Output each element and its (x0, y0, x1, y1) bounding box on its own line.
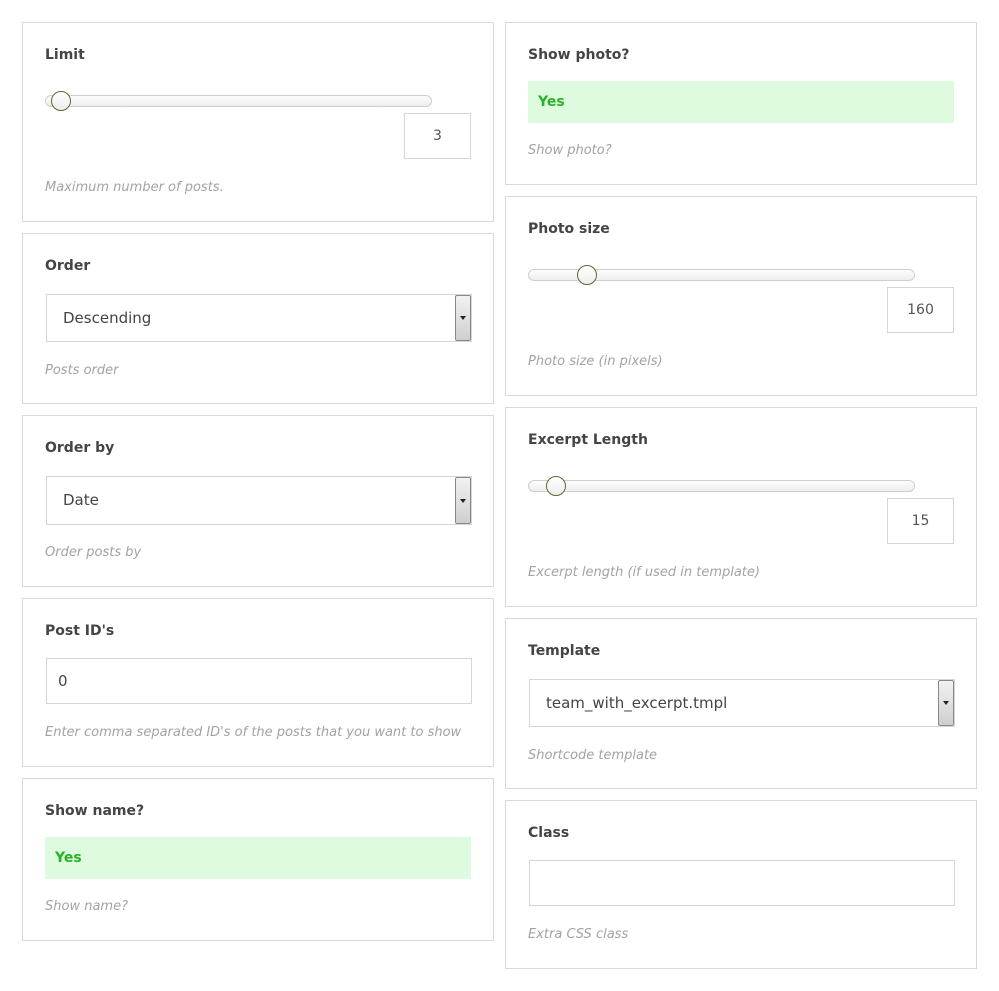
template-panel: Template team_with_excerpt.tmpl Shortcod… (505, 618, 977, 789)
photo-size-slider-track[interactable] (528, 265, 915, 285)
order-label: Order (45, 258, 91, 274)
photo-size-value-input[interactable]: 160 (887, 287, 954, 333)
post-ids-input[interactable]: 0 (46, 658, 472, 704)
photo-size-slider-handle[interactable] (576, 265, 597, 285)
limit-panel: Limit 3 Maximum number of posts. (22, 22, 494, 222)
template-selected-value: team_with_excerpt.tmpl (546, 694, 728, 712)
chevron-down-icon[interactable] (455, 477, 471, 524)
post-ids-label: Post ID's (45, 623, 115, 639)
limit-label: Limit (45, 47, 85, 63)
order-description: Posts order (45, 363, 119, 378)
template-description: Shortcode template (528, 748, 658, 763)
order-by-selected-value: Date (63, 491, 99, 509)
post-ids-panel: Post ID's 0 Enter comma separated ID's o… (22, 598, 494, 767)
limit-slider-track[interactable] (45, 91, 432, 111)
photo-size-label: Photo size (528, 221, 610, 237)
show-photo-description: Show photo? (528, 143, 612, 158)
photo-size-panel: Photo size 160 Photo size (in pixels) (505, 196, 977, 396)
limit-description: Maximum number of posts. (45, 180, 224, 195)
order-by-description: Order posts by (45, 545, 142, 560)
order-selected-value: Descending (63, 309, 152, 327)
photo-size-description: Photo size (in pixels) (528, 354, 663, 369)
order-panel: Order Descending Posts order (22, 233, 494, 404)
template-select[interactable]: team_with_excerpt.tmpl (529, 679, 955, 727)
excerpt-length-description: Excerpt length (if used in template) (528, 565, 760, 580)
excerpt-length-label: Excerpt Length (528, 432, 648, 448)
excerpt-length-panel: Excerpt Length 15 Excerpt length (if use… (505, 407, 977, 607)
show-photo-panel: Show photo? Yes Show photo? (505, 22, 977, 185)
order-by-panel: Order by Date Order posts by (22, 415, 494, 587)
show-photo-label: Show photo? (528, 47, 630, 63)
order-by-select[interactable]: Date (46, 476, 472, 525)
order-by-label: Order by (45, 440, 115, 456)
limit-value-input[interactable]: 3 (404, 113, 471, 159)
show-name-panel: Show name? Yes Show name? (22, 778, 494, 941)
post-ids-description: Enter comma separated ID's of the posts … (45, 725, 462, 740)
class-input[interactable] (529, 860, 955, 906)
limit-slider-handle[interactable] (51, 91, 72, 111)
class-label: Class (528, 825, 570, 841)
template-label: Template (528, 643, 601, 659)
excerpt-length-slider-track[interactable] (528, 476, 915, 496)
show-name-label: Show name? (45, 803, 145, 819)
excerpt-length-slider-handle[interactable] (545, 476, 566, 496)
show-name-toggle[interactable]: Yes (45, 837, 471, 879)
chevron-down-icon[interactable] (455, 295, 471, 341)
show-name-description: Show name? (45, 899, 128, 914)
show-photo-toggle[interactable]: Yes (528, 81, 954, 123)
chevron-down-icon[interactable] (938, 680, 954, 726)
class-description: Extra CSS class (528, 927, 629, 942)
excerpt-length-value-input[interactable]: 15 (887, 498, 954, 544)
class-panel: Class Extra CSS class (505, 800, 977, 969)
order-select[interactable]: Descending (46, 294, 472, 342)
